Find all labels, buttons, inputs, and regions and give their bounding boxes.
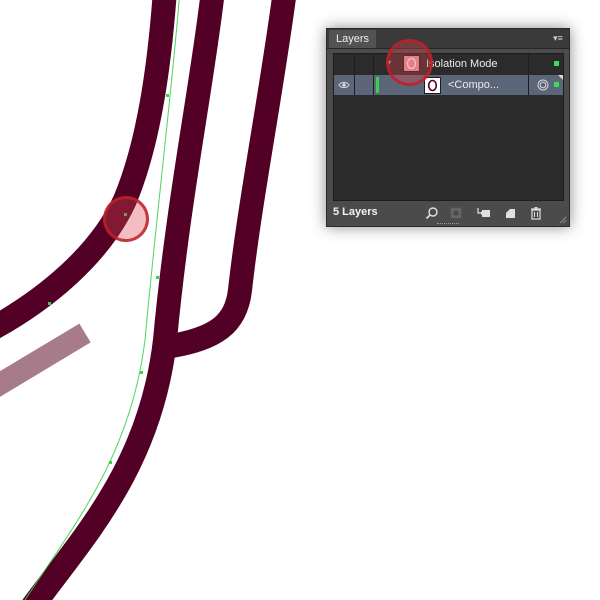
make-clipping-mask-icon[interactable] — [449, 206, 463, 220]
layer-selection-indicator[interactable] — [554, 82, 559, 87]
layer-row-compound-path[interactable]: <Compo... — [334, 75, 563, 95]
target-icon[interactable] — [537, 79, 549, 91]
layer-selection-indicator[interactable] — [554, 61, 559, 66]
column-separator — [373, 54, 374, 74]
layers-list: ▾ Isolation Mode <Compo... — [333, 53, 564, 201]
layer-color-bar — [376, 77, 379, 93]
panel-footer: 5 Layers — [327, 200, 569, 226]
delete-icon[interactable] — [529, 206, 543, 220]
panel-tab-bar: Layers ▾≡ — [327, 29, 569, 49]
column-separator — [528, 75, 529, 95]
layers-panel: Layers ▾≡ ▾ Isolation Mode <Compo... 5 L… — [326, 28, 570, 227]
panel-click-highlight — [386, 39, 433, 86]
locate-object-icon[interactable] — [425, 206, 439, 220]
layer-name-isolation-mode: Isolation Mode — [426, 58, 498, 70]
eye-icon[interactable] — [338, 79, 350, 91]
column-separator — [373, 75, 374, 95]
create-sublayer-icon[interactable] — [477, 206, 491, 220]
compound-path-thumbnail — [424, 77, 441, 94]
layer-count: 5 Layers — [333, 206, 378, 218]
muted-stroke-path[interactable] — [0, 323, 91, 397]
row-corner-indicator-icon — [558, 75, 563, 80]
create-layer-icon[interactable] — [503, 206, 517, 220]
panel-drag-handle[interactable] — [437, 223, 459, 227]
canvas-click-highlight — [103, 196, 149, 242]
inner-curve-path[interactable] — [22, 0, 224, 600]
tab-layers[interactable]: Layers — [329, 30, 377, 48]
panel-menu-icon[interactable]: ▾≡ — [551, 32, 565, 44]
column-separator — [354, 54, 355, 74]
layer-row-isolation-mode[interactable]: ▾ Isolation Mode — [334, 54, 563, 74]
outer-curve-path[interactable] — [0, 0, 177, 339]
resize-grip-icon[interactable] — [559, 216, 567, 224]
layer-name-compound-path: <Compo... — [448, 79, 500, 91]
column-separator — [528, 54, 529, 74]
column-separator — [354, 75, 355, 95]
